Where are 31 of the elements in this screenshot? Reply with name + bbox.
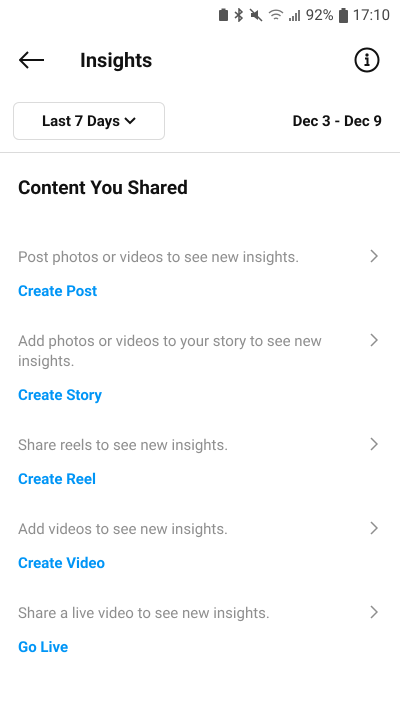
back-arrow-icon	[19, 51, 45, 69]
empty-state-message: Add photos or videos to your story to see new insights.	[18, 331, 323, 371]
section-title: Content You Shared	[18, 175, 189, 201]
empty-state-message: Add videos to see new insights.	[18, 519, 230, 539]
chevron-right-icon[interactable]	[370, 437, 378, 451]
date-range: Dec 3 - Dec 9	[292, 110, 382, 132]
empty-state-message: Share reels to see new insights.	[18, 435, 230, 455]
chevron-right-icon[interactable]	[370, 249, 378, 263]
create-link[interactable]: Go Live	[18, 637, 68, 657]
empty-state-message: Post photos or videos to see new insights.	[18, 247, 300, 267]
date-range-dropdown[interactable]: Last 7 Days	[13, 102, 165, 140]
create-link[interactable]: Create Video	[18, 553, 105, 573]
battery-icon	[338, 8, 348, 22]
info-icon	[354, 47, 380, 73]
create-link[interactable]: Create Post	[18, 281, 98, 301]
create-link[interactable]: Create Story	[18, 385, 102, 405]
page-title: Insights	[80, 47, 152, 74]
chevron-down-icon	[124, 117, 136, 125]
battery-saver-icon	[218, 8, 229, 22]
chevron-right-icon[interactable]	[370, 521, 378, 535]
create-link[interactable]: Create Reel	[18, 469, 96, 489]
empty-state-message: Share a live video to see new insights.	[18, 603, 271, 623]
bluetooth-icon	[234, 8, 244, 22]
chevron-right-icon[interactable]	[370, 333, 378, 347]
info-button[interactable]	[354, 47, 380, 73]
chevron-right-icon[interactable]	[370, 605, 378, 619]
battery-percent: 92%	[306, 4, 334, 26]
wifi-icon	[268, 8, 284, 22]
signal-icon	[288, 8, 301, 22]
clock: 17:10	[352, 4, 390, 26]
mute-icon	[248, 8, 263, 22]
